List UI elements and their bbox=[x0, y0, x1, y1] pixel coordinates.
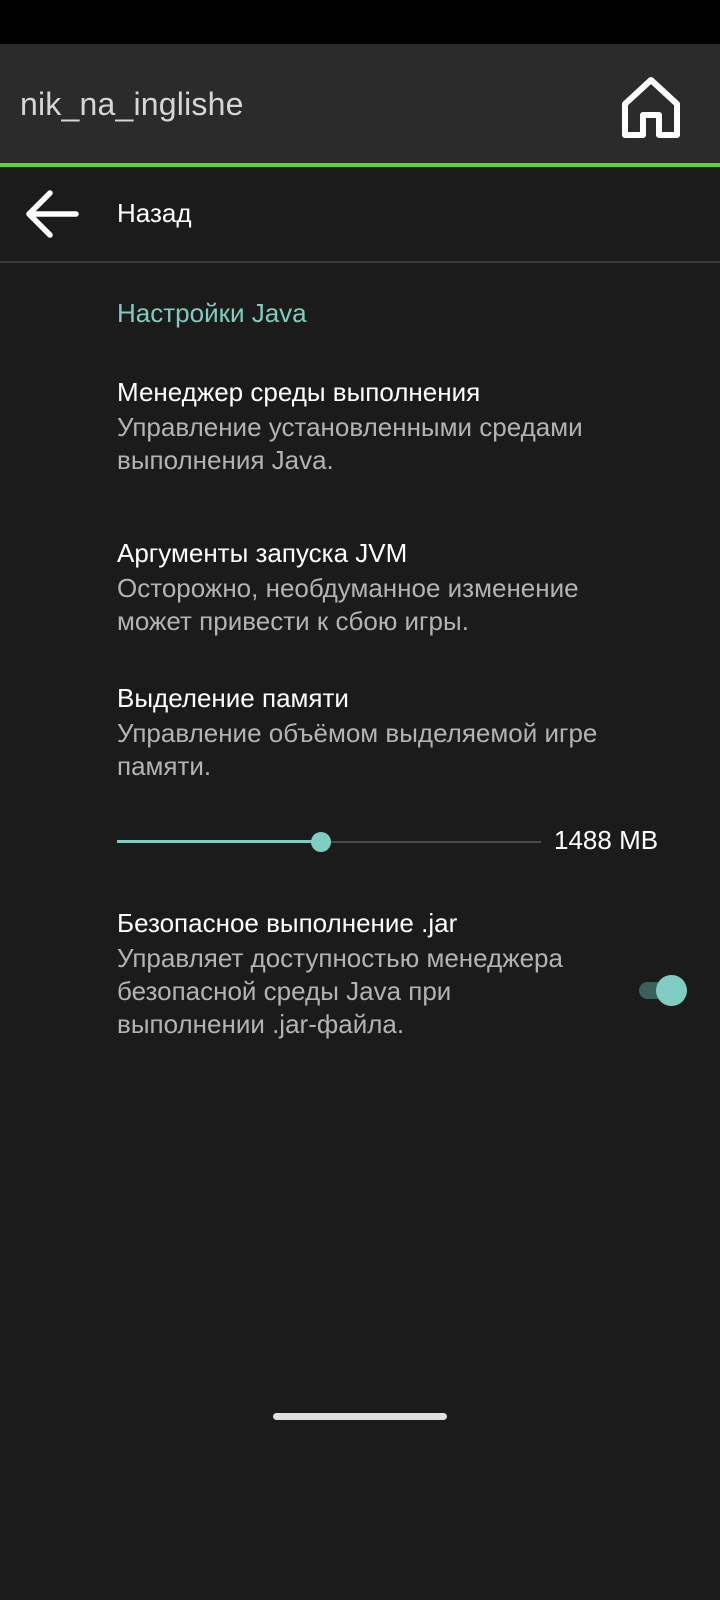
section-header-java: Настройки Java bbox=[117, 298, 307, 328]
slider-fill bbox=[117, 840, 321, 843]
home-button[interactable] bbox=[618, 72, 684, 140]
pref-runtime-manager[interactable]: Менеджер среды выполнения Управление уст… bbox=[117, 374, 657, 477]
slider-thumb[interactable] bbox=[311, 832, 331, 852]
pref-jvm-args[interactable]: Аргументы запуска JVM Осторожно, необдум… bbox=[117, 535, 657, 638]
toggle-thumb bbox=[656, 975, 687, 1006]
back-label: Назад bbox=[117, 198, 192, 228]
back-row[interactable]: Назад bbox=[0, 167, 720, 261]
pref-title: Выделение памяти bbox=[117, 683, 349, 713]
pref-title: Менеджер среды выполнения bbox=[117, 377, 481, 407]
pref-jar-safe-execution[interactable]: Безопасное выполнение .jar Управляет дос… bbox=[117, 905, 587, 1041]
app-bar: nik_na_inglishe bbox=[0, 44, 720, 163]
memory-slider[interactable] bbox=[117, 827, 541, 857]
settings-content: Назад Настройки Java Менеджер среды выпо… bbox=[0, 167, 720, 1600]
gesture-nav-handle[interactable] bbox=[273, 1413, 447, 1420]
jar-safe-toggle[interactable] bbox=[636, 973, 690, 1007]
pref-summary: Управляет доступностью менеджера безопас… bbox=[117, 943, 563, 1039]
memory-value-label: 1488 MB bbox=[554, 825, 659, 855]
pref-summary: Управление объёмом выделяемой игре памят… bbox=[117, 718, 598, 781]
pref-title: Аргументы запуска JVM bbox=[117, 538, 408, 568]
arrow-back-icon bbox=[26, 190, 79, 238]
divider bbox=[0, 261, 720, 263]
pref-memory-allocation[interactable]: Выделение памяти Управление объёмом выде… bbox=[117, 680, 657, 783]
pref-title: Безопасное выполнение .jar bbox=[117, 908, 458, 938]
pref-summary: Осторожно, необдуманное изменение может … bbox=[117, 573, 579, 636]
app-title: nik_na_inglishe bbox=[20, 86, 244, 122]
pref-summary: Управление установленными средами выполн… bbox=[117, 412, 583, 475]
status-bar bbox=[0, 0, 720, 44]
home-icon bbox=[622, 77, 680, 138]
